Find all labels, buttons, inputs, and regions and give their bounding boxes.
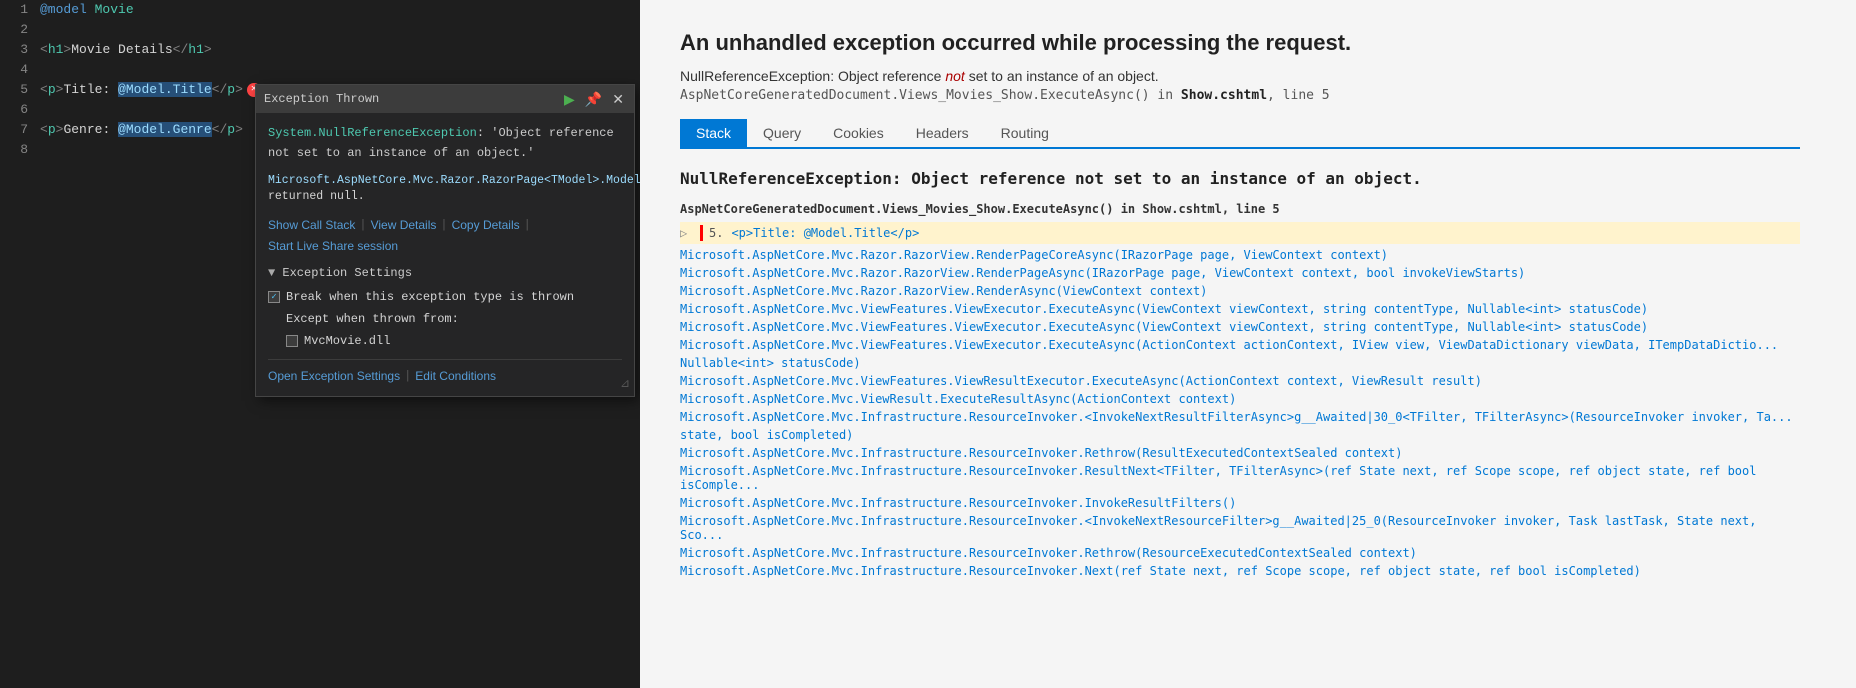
stack-item: Microsoft.AspNetCore.Mvc.ViewResult.Exec… [680,390,1800,408]
exception-settings: ▼ Exception Settings ✓ Break when this e… [268,263,622,351]
popup-body: System.NullReferenceException: 'Object r… [256,113,634,396]
popup-bottom-links: Open Exception Settings | Edit Condition… [268,359,622,386]
stack-item: state, bool isCompleted) [680,426,1800,444]
settings-title: ▼ Exception Settings [268,263,622,283]
stack-item: Microsoft.AspNetCore.Mvc.ViewFeatures.Vi… [680,300,1800,318]
main-error-heading: An unhandled exception occurred while pr… [680,30,1800,56]
tab-routing[interactable]: Routing [985,119,1065,147]
show-call-stack-link[interactable]: Show Call Stack [268,215,355,235]
close-button[interactable]: ✕ [610,92,626,106]
tab-query[interactable]: Query [747,119,817,147]
error-tabs: Stack Query Cookies Headers Routing [680,119,1800,149]
stack-item: Microsoft.AspNetCore.Mvc.Infrastructure.… [680,562,1800,580]
code-line-4: 4 [0,60,640,80]
error-subheading: NullReferenceException: Object reference… [680,68,1800,84]
exception-popup: Exception Thrown ▶ 📌 ✕ System.NullRefere… [255,84,635,397]
stack-item: Microsoft.AspNetCore.Mvc.Razor.RazorView… [680,246,1800,264]
stack-item: Nullable<int> statusCode) [680,354,1800,372]
stack-item: Microsoft.AspNetCore.Mvc.ViewFeatures.Vi… [680,318,1800,336]
stack-item: Microsoft.AspNetCore.Mvc.Infrastructure.… [680,444,1800,462]
code-line-3: 3 <h1>Movie Details</h1> [0,40,640,60]
stack-item: Microsoft.AspNetCore.Mvc.ViewFeatures.Vi… [680,372,1800,390]
stack-item: Microsoft.AspNetCore.Mvc.Infrastructure.… [680,462,1800,494]
stack-exception-title: NullReferenceException: Object reference… [680,169,1800,188]
exception-detail: Microsoft.AspNetCore.Mvc.Razor.RazorPage… [268,173,622,205]
break-checkbox[interactable]: ✓ [268,291,280,303]
error-type-text: NullReferenceException: Object reference [680,68,945,84]
stack-item: Microsoft.AspNetCore.Mvc.ViewFeatures.Vi… [680,336,1800,354]
copy-details-link[interactable]: Copy Details [452,215,520,235]
tab-cookies[interactable]: Cookies [817,119,900,147]
stack-item: Microsoft.AspNetCore.Mvc.Infrastructure.… [680,408,1800,426]
mvc-checkbox[interactable] [286,335,298,347]
view-details-link[interactable]: View Details [371,215,437,235]
settings-title-text: Exception Settings [282,266,412,280]
exception-type-line: System.NullReferenceException: 'Object r… [268,123,622,163]
live-share-link[interactable]: Start Live Share session [268,239,398,253]
tab-stack[interactable]: Stack [680,119,747,147]
mvc-movie-dll-row: MvcMovie.dll [286,331,622,351]
error-type-text2: set to an instance of an object. [965,68,1159,84]
resize-handle[interactable]: ⊿ [620,374,630,394]
mvc-dll-label: MvcMovie.dll [304,331,390,351]
detail-result: returned null. [268,190,365,203]
open-exception-settings-link[interactable]: Open Exception Settings [268,366,400,386]
tab-headers[interactable]: Headers [900,119,985,147]
stack-item: Microsoft.AspNetCore.Mvc.Infrastructure.… [680,544,1800,562]
continue-button[interactable]: ▶ [562,92,577,106]
browser-panel: An unhandled exception occurred while pr… [640,0,1856,688]
edit-conditions-link[interactable]: Edit Conditions [415,366,496,386]
stack-item: Microsoft.AspNetCore.Mvc.Infrastructure.… [680,494,1800,512]
stack-item: Microsoft.AspNetCore.Mvc.Infrastructure.… [680,512,1800,544]
error-source: AspNetCoreGeneratedDocument.Views_Movies… [680,88,1800,103]
error-line-indicator [700,225,703,241]
break-label: Break when this exception type is thrown [286,287,574,307]
stack-exception-heading: NullReferenceException: Object reference… [680,169,1800,188]
detail-method: Microsoft.AspNetCore.Mvc.Razor.RazorPage… [268,174,640,187]
stack-item: Microsoft.AspNetCore.Mvc.Razor.RazorView… [680,282,1800,300]
stack-item: Microsoft.AspNetCore.Mvc.Razor.RazorView… [680,264,1800,282]
pin-button[interactable]: 📌 [583,92,604,106]
highlighted-code: <p>Title: @Model.Title</p> [731,226,919,240]
break-when-thrown-row: ✓ Break when this exception type is thro… [268,287,622,307]
popup-title: Exception Thrown [264,89,379,109]
stack-list: NullReferenceException: Object reference… [680,169,1800,580]
popup-titlebar: Exception Thrown ▶ 📌 ✕ [256,85,634,113]
code-editor: 1 @model Movie 2 3 <h1>Movie Details</h1… [0,0,640,688]
exception-class: System.NullReferenceException [268,126,477,140]
except-when-label: Except when thrown from: [286,309,622,329]
stack-item: AspNetCoreGeneratedDocument.Views_Movies… [680,200,1800,218]
popup-links: Show Call Stack | View Details | Copy De… [268,215,622,253]
code-line-2: 2 [0,20,640,40]
stack-item-highlighted: ▷ 5. <p>Title: @Model.Title</p> [680,222,1800,244]
popup-titlebar-actions: ▶ 📌 ✕ [562,92,626,106]
not-keyword: not [945,68,964,84]
browser-content: An unhandled exception occurred while pr… [640,0,1840,610]
code-line-1: 1 @model Movie [0,0,640,20]
